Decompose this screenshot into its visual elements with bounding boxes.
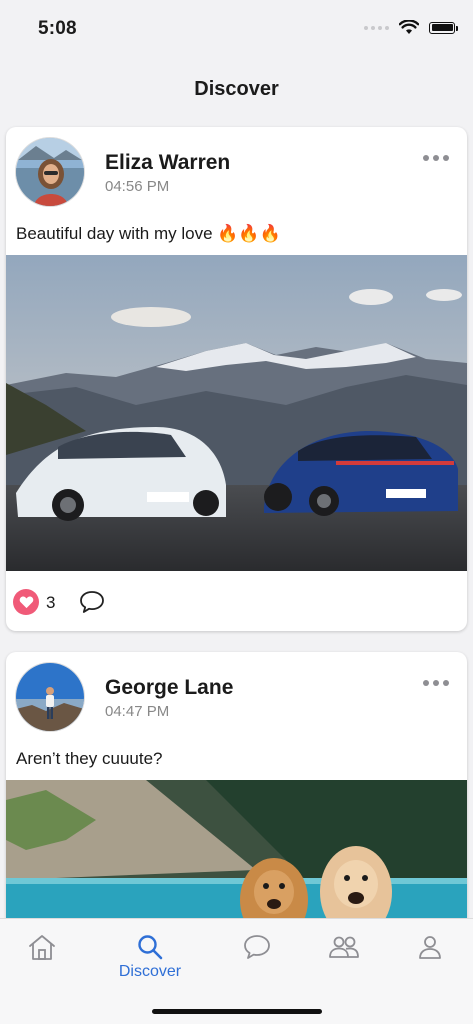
tab-bar: Discover: [0, 918, 473, 1024]
like-count: 3: [46, 593, 56, 612]
post-feed[interactable]: Eliza Warren 04:56 PM Beautiful day with…: [6, 127, 467, 949]
tab-home[interactable]: [2, 933, 82, 961]
post-photo[interactable]: [6, 780, 467, 928]
post-header: George Lane 04:47 PM: [6, 652, 467, 738]
comment-icon[interactable]: [79, 590, 105, 614]
home-icon: [29, 935, 55, 960]
signal-icon: [364, 25, 389, 30]
tab-messages[interactable]: [217, 933, 297, 961]
more-options-icon[interactable]: [423, 155, 449, 161]
avatar[interactable]: [16, 138, 84, 206]
status-time: 5:08: [38, 18, 77, 39]
post-photo[interactable]: [6, 255, 467, 571]
post-card: Eliza Warren 04:56 PM Beautiful day with…: [6, 127, 467, 631]
search-icon: [138, 935, 163, 960]
tab-discover[interactable]: Discover: [110, 933, 190, 981]
post-caption: Beautiful day with my love 🔥🔥🔥: [16, 224, 281, 243]
chat-bubble-icon: [244, 935, 270, 959]
person-icon: [419, 936, 441, 959]
people-icon: [329, 936, 359, 958]
post-caption: Aren’t they cuuute?: [16, 749, 163, 768]
post-actions: 3: [6, 571, 467, 631]
home-indicator: [152, 1009, 322, 1014]
status-bar: 5:08: [0, 0, 473, 56]
author-name[interactable]: Eliza Warren: [105, 151, 230, 175]
battery-icon: [429, 21, 458, 34]
author-name[interactable]: George Lane: [105, 676, 233, 700]
tab-friends[interactable]: [304, 933, 384, 961]
wifi-icon: [399, 20, 419, 34]
heart-icon[interactable]: [13, 589, 39, 615]
more-options-icon[interactable]: [423, 680, 449, 686]
tab-label: Discover: [118, 963, 182, 980]
post-time: 04:56 PM: [105, 178, 170, 195]
page-title: Discover: [194, 78, 279, 100]
post-header: Eliza Warren 04:56 PM: [6, 127, 467, 213]
post-card: George Lane 04:47 PM Aren’t they cuuute?: [6, 652, 467, 928]
tab-profile[interactable]: [390, 933, 470, 961]
post-time: 04:47 PM: [105, 703, 170, 720]
status-indicators: [364, 20, 458, 35]
avatar[interactable]: [16, 663, 84, 731]
